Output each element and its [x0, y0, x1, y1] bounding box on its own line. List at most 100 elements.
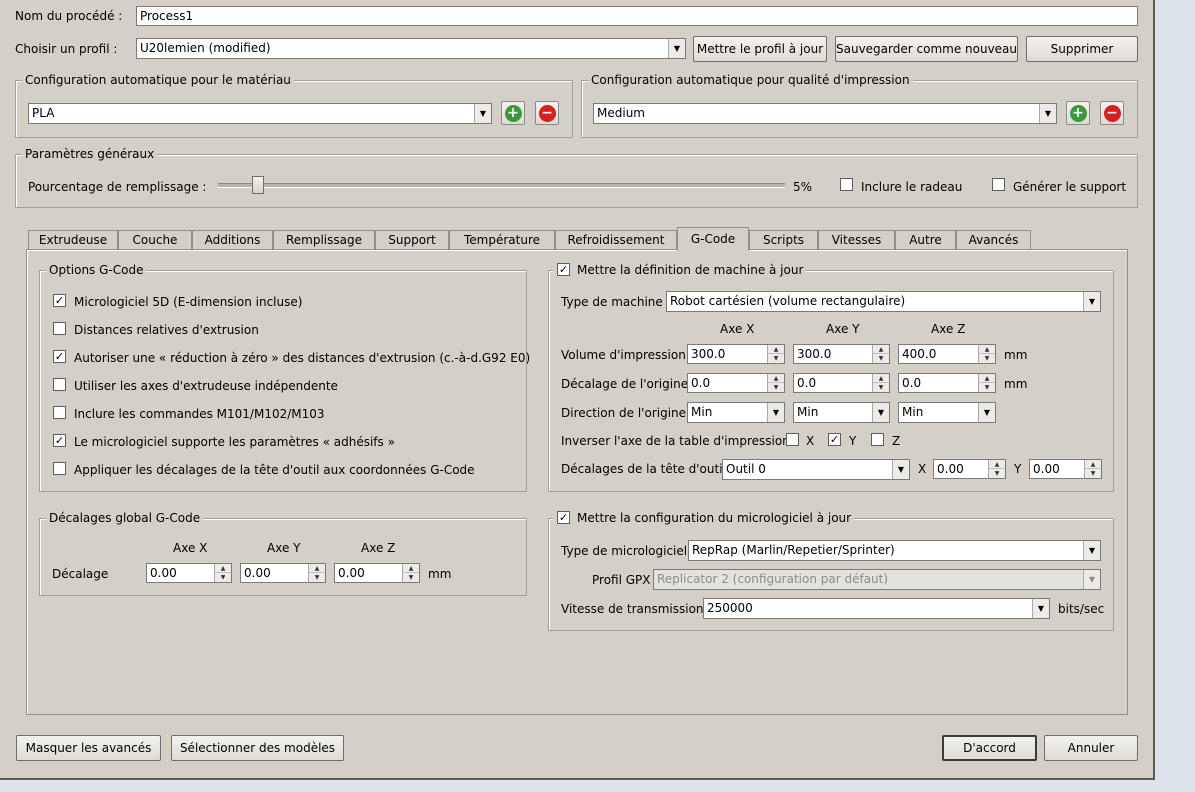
infill-value: 5%	[793, 180, 813, 194]
origin-direction-y-select[interactable]: Min ▼	[793, 402, 890, 423]
origin-direction-y-value: Min	[797, 405, 819, 419]
minus-icon: −	[538, 104, 556, 122]
profile-select[interactable]: U20lemien (modified) ▼	[136, 38, 686, 59]
raft-checkbox[interactable]	[840, 178, 853, 191]
invert-y-label: Y	[849, 434, 857, 448]
tool-offset-x-input[interactable]: 0.00 ▲ ▼	[933, 459, 1006, 479]
option-relative-checkbox[interactable]	[53, 322, 66, 335]
spin-arrows-icon[interactable]: ▲ ▼	[767, 345, 784, 363]
volume-z-value: 400.0	[902, 347, 937, 361]
tab-additions[interactable]: Additions	[192, 230, 273, 249]
remove-material-button[interactable]: −	[535, 101, 559, 125]
add-material-button[interactable]: +	[501, 101, 525, 125]
origin-offset-y-input[interactable]: 0.0 ▲ ▼	[793, 373, 890, 393]
support-label: Générer le support	[1013, 180, 1127, 194]
save-as-new-button[interactable]: Sauvegarder comme nouveau	[835, 36, 1018, 62]
spin-arrows-icon[interactable]: ▲ ▼	[872, 345, 889, 363]
option-reset-checkbox[interactable]: ✓	[53, 350, 66, 363]
support-checkbox[interactable]	[992, 178, 1005, 191]
firmware-group-label: Mettre la configuration du micrologiciel…	[553, 510, 855, 526]
origin-offset-x-input[interactable]: 0.0 ▲ ▼	[687, 373, 785, 393]
tab-refroidissement[interactable]: Refroidissement	[555, 230, 677, 249]
invert-y-checkbox[interactable]: ✓	[828, 433, 841, 446]
tab-vitesses[interactable]: Vitesses	[818, 230, 895, 249]
tab-avances[interactable]: Avancés	[956, 230, 1031, 249]
option-toolhead-offsets-checkbox[interactable]	[53, 462, 66, 475]
infill-slider-track[interactable]	[218, 183, 785, 188]
quality-select[interactable]: Medium ▼	[593, 103, 1057, 124]
minus-icon: −	[1103, 104, 1121, 122]
spin-arrows-icon[interactable]: ▲ ▼	[988, 460, 1005, 478]
option-sticky-checkbox[interactable]: ✓	[53, 434, 66, 447]
machine-update-checkbox[interactable]: ✓	[557, 263, 570, 276]
global-offset-y-input[interactable]: 0.00 ▲ ▼	[240, 563, 326, 583]
volume-y-input[interactable]: 300.0 ▲ ▼	[793, 344, 890, 364]
material-select-value: PLA	[32, 106, 55, 120]
origin-direction-x-select[interactable]: Min ▼	[687, 402, 785, 423]
spin-arrows-icon[interactable]: ▲ ▼	[214, 564, 231, 582]
invert-x-checkbox[interactable]	[786, 433, 799, 446]
tool-offset-y-input[interactable]: 0.00 ▲ ▼	[1029, 459, 1102, 479]
update-profile-button[interactable]: Mettre le profil à jour	[693, 36, 827, 62]
global-offset-z-input[interactable]: 0.00 ▲ ▼	[334, 563, 420, 583]
material-group-label: Configuration automatique pour le matéri…	[22, 72, 294, 88]
gpx-profile-label: Profil GPX	[592, 573, 651, 587]
global-offset-y-value: 0.00	[244, 566, 271, 580]
add-quality-button[interactable]: +	[1066, 101, 1090, 125]
spin-arrows-icon[interactable]: ▲ ▼	[767, 374, 784, 392]
delete-profile-button[interactable]: Supprimer	[1026, 36, 1138, 62]
ok-button[interactable]: D'accord	[942, 735, 1037, 761]
volume-x-input[interactable]: 300.0 ▲ ▼	[687, 344, 785, 364]
gcode-options-label: Options G-Code	[46, 262, 147, 278]
option-independent-axes-checkbox[interactable]	[53, 378, 66, 391]
firmware-type-select[interactable]: RepRap (Marlin/Repetier/Sprinter) ▼	[688, 540, 1101, 561]
origin-offset-y-value: 0.0	[797, 376, 817, 390]
firmware-update-checkbox[interactable]: ✓	[557, 511, 570, 524]
origin-direction-x-value: Min	[691, 405, 713, 419]
spin-arrows-icon[interactable]: ▲ ▼	[978, 374, 995, 392]
select-models-button[interactable]: Sélectionner des modèles	[171, 735, 344, 761]
material-select[interactable]: PLA ▼	[28, 103, 492, 124]
tab-remplissage[interactable]: Remplissage	[273, 230, 375, 249]
tab-scripts[interactable]: Scripts	[749, 230, 818, 249]
infill-slider-handle[interactable]	[252, 176, 264, 194]
tool-select[interactable]: Outil 0 ▼	[722, 459, 910, 480]
invert-x-label: X	[806, 434, 815, 448]
chevron-down-icon: ▼	[1039, 104, 1056, 123]
tool-select-value: Outil 0	[726, 462, 766, 476]
process-name-input[interactable]: Process1	[136, 6, 1138, 26]
spin-arrows-icon[interactable]: ▲ ▼	[1084, 460, 1101, 478]
tab-support[interactable]: Support	[375, 230, 449, 249]
volume-z-input[interactable]: 400.0 ▲ ▼	[898, 344, 996, 364]
tab-autre[interactable]: Autre	[895, 230, 956, 249]
quality-group-label: Configuration automatique pour qualité d…	[588, 72, 913, 88]
baud-rate-select[interactable]: 250000 ▼	[703, 598, 1050, 619]
profile-select-value: U20lemien (modified)	[140, 41, 271, 55]
origin-offset-z-value: 0.0	[902, 376, 922, 390]
machine-type-select[interactable]: Robot cartésien (volume rectangulaire) ▼	[666, 291, 1101, 312]
remove-quality-button[interactable]: −	[1100, 101, 1124, 125]
global-offset-z-value: 0.00	[338, 566, 365, 580]
tab-temperature[interactable]: Température	[449, 230, 555, 249]
spin-arrows-icon[interactable]: ▲ ▼	[978, 345, 995, 363]
tab-extrudeuse[interactable]: Extrudeuse	[28, 230, 118, 249]
spin-arrows-icon[interactable]: ▲ ▼	[308, 564, 325, 582]
option-toolhead-offsets-label: Appliquer les décalages de la tête d'out…	[74, 463, 475, 477]
tool-offset-x-value: 0.00	[937, 462, 964, 476]
global-offset-x-input[interactable]: 0.00 ▲ ▼	[146, 563, 232, 583]
invert-z-checkbox[interactable]	[871, 433, 884, 446]
hide-advanced-button[interactable]: Masquer les avancés	[16, 735, 161, 761]
machine-group-label: Mettre la définition de machine à jour	[553, 262, 807, 278]
option-5d-checkbox[interactable]: ✓	[53, 294, 66, 307]
profile-label: Choisir un profil :	[15, 42, 118, 56]
spin-arrows-icon[interactable]: ▲ ▼	[872, 374, 889, 392]
general-group-label: Paramètres généraux	[22, 146, 158, 162]
tab-couche[interactable]: Couche	[118, 230, 192, 249]
option-m101-checkbox[interactable]	[53, 406, 66, 419]
origin-direction-z-select[interactable]: Min ▼	[898, 402, 996, 423]
cancel-button[interactable]: Annuler	[1044, 735, 1138, 761]
tab-g-code[interactable]: G-Code	[677, 227, 749, 251]
spin-arrows-icon[interactable]: ▲ ▼	[402, 564, 419, 582]
option-relative-label: Distances relatives d'extrusion	[74, 323, 259, 337]
origin-offset-z-input[interactable]: 0.0 ▲ ▼	[898, 373, 996, 393]
